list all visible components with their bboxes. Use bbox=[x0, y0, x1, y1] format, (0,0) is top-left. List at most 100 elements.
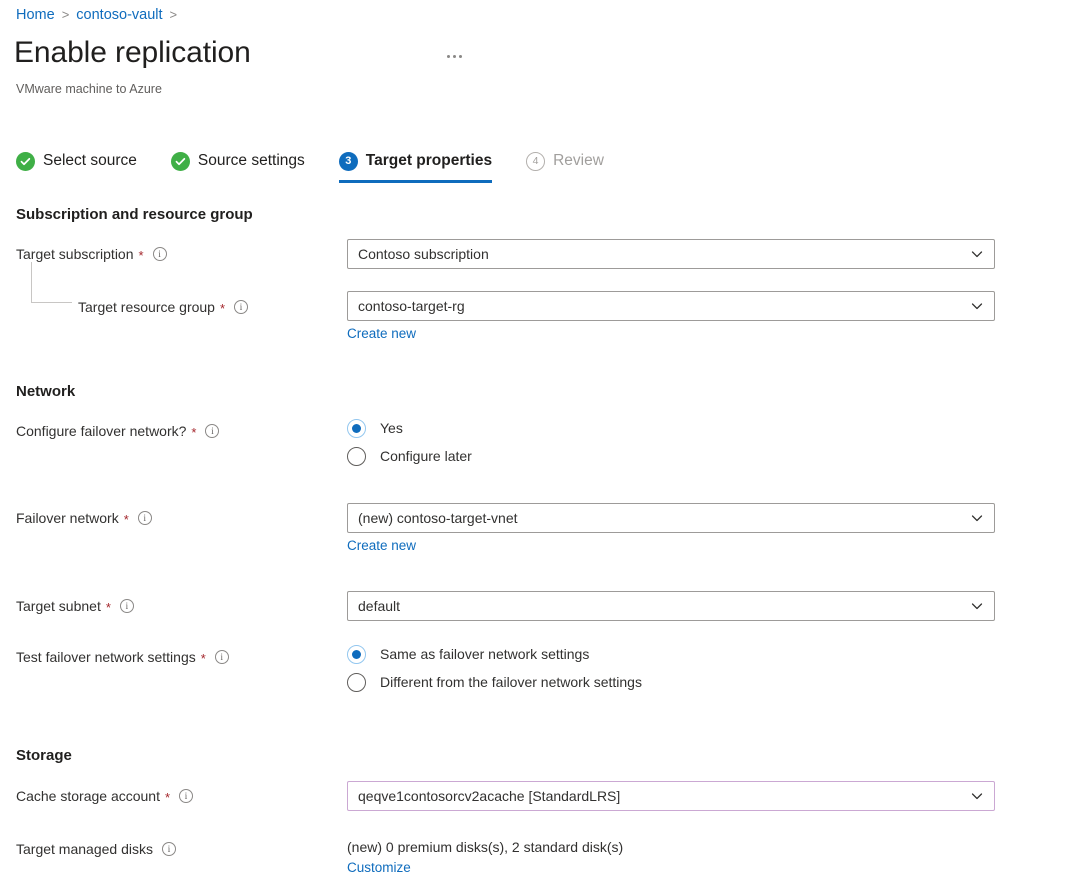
required-asterisk: * bbox=[201, 652, 206, 665]
check-circle-icon bbox=[16, 152, 35, 171]
chevron-down-icon bbox=[971, 512, 983, 524]
target-subscription-dropdown[interactable]: Contoso subscription bbox=[347, 239, 995, 269]
field-target-managed-disks: (new) 0 premium disks(s), 2 standard dis… bbox=[347, 837, 995, 877]
radio-test-failover-same[interactable]: Same as failover network settings bbox=[347, 640, 642, 668]
chevron-down-icon bbox=[971, 248, 983, 260]
section-heading-subscription: Subscription and resource group bbox=[16, 205, 253, 225]
info-icon[interactable]: i bbox=[138, 511, 152, 525]
breadcrumb-separator-trailing: > bbox=[170, 7, 178, 22]
target-resource-group-dropdown[interactable]: contoso-target-rg bbox=[347, 291, 995, 321]
radio-test-failover-different[interactable]: Different from the failover network sett… bbox=[347, 668, 642, 696]
step-label: Select source bbox=[43, 151, 137, 171]
target-resource-group-value: contoso-target-rg bbox=[358, 298, 465, 314]
required-asterisk: * bbox=[220, 302, 225, 315]
ellipsis-dot-icon bbox=[459, 55, 462, 58]
page-subtitle: VMware machine to Azure bbox=[16, 81, 162, 97]
label-text: Target subscription bbox=[16, 244, 134, 264]
step-select-source[interactable]: Select source bbox=[16, 146, 137, 176]
radio-group-configure-failover-network: Yes Configure later bbox=[347, 414, 472, 470]
info-icon[interactable]: i bbox=[215, 650, 229, 664]
more-menu-button[interactable] bbox=[439, 44, 469, 68]
chevron-down-icon bbox=[971, 600, 983, 612]
create-new-failover-network-link[interactable]: Create new bbox=[347, 537, 416, 555]
chevron-down-icon bbox=[971, 300, 983, 312]
step-source-settings[interactable]: Source settings bbox=[171, 146, 305, 176]
label-failover-network: Failover network * i bbox=[16, 508, 152, 528]
info-icon[interactable]: i bbox=[234, 300, 248, 314]
info-icon[interactable]: i bbox=[179, 789, 193, 803]
info-icon[interactable]: i bbox=[205, 424, 219, 438]
step-label: Source settings bbox=[198, 151, 305, 171]
breadcrumb-separator: > bbox=[62, 7, 70, 22]
page-title: Enable replication bbox=[14, 32, 251, 74]
wizard-stepper: Select source Source settings 3 Target p… bbox=[16, 146, 604, 184]
radio-label: Yes bbox=[380, 418, 403, 438]
label-text: Configure failover network? bbox=[16, 421, 186, 441]
label-text: Failover network bbox=[16, 508, 119, 528]
required-asterisk: * bbox=[106, 601, 111, 614]
ellipsis-dot-icon bbox=[453, 55, 456, 58]
step-review[interactable]: 4 Review bbox=[526, 146, 604, 176]
radio-label: Configure later bbox=[380, 446, 472, 466]
step-target-properties[interactable]: 3 Target properties bbox=[339, 146, 492, 176]
title-row: Enable replication bbox=[14, 32, 1054, 76]
step-number-badge: 4 bbox=[526, 152, 545, 171]
field-target-resource-group: contoso-target-rg Create new bbox=[347, 291, 995, 343]
radio-selected-icon bbox=[347, 419, 366, 438]
label-text: Test failover network settings bbox=[16, 647, 196, 667]
radio-configure-failover-network-later[interactable]: Configure later bbox=[347, 442, 472, 470]
ellipsis-dot-icon bbox=[447, 55, 450, 58]
info-icon[interactable]: i bbox=[162, 842, 176, 856]
step-number-badge: 3 bbox=[339, 152, 358, 171]
field-target-subnet: default bbox=[347, 591, 995, 621]
target-subnet-value: default bbox=[358, 598, 400, 614]
active-step-underline bbox=[339, 180, 492, 183]
field-failover-network: (new) contoso-target-vnet Create new bbox=[347, 503, 995, 555]
radio-unselected-icon bbox=[347, 447, 366, 466]
label-text: Target subnet bbox=[16, 596, 101, 616]
required-asterisk: * bbox=[124, 513, 129, 526]
failover-network-dropdown[interactable]: (new) contoso-target-vnet bbox=[347, 503, 995, 533]
label-text: Target resource group bbox=[78, 297, 215, 317]
tree-connector-line bbox=[31, 262, 72, 303]
label-test-failover-network-settings: Test failover network settings * i bbox=[16, 647, 229, 667]
label-target-managed-disks: Target managed disks i bbox=[16, 839, 176, 859]
target-managed-disks-value: (new) 0 premium disks(s), 2 standard dis… bbox=[347, 837, 995, 857]
customize-disks-link[interactable]: Customize bbox=[347, 859, 411, 877]
create-new-resource-group-link[interactable]: Create new bbox=[347, 325, 416, 343]
step-label: Target properties bbox=[366, 151, 492, 171]
field-target-subscription: Contoso subscription bbox=[347, 239, 995, 269]
breadcrumb: Home > contoso-vault > bbox=[16, 6, 184, 24]
label-text: Target managed disks bbox=[16, 839, 153, 859]
target-subscription-value: Contoso subscription bbox=[358, 246, 489, 262]
check-circle-icon bbox=[171, 152, 190, 171]
enable-replication-page: Home > contoso-vault > Enable replication V… bbox=[0, 0, 1077, 879]
section-heading-storage: Storage bbox=[16, 746, 72, 766]
label-text: Cache storage account bbox=[16, 786, 160, 806]
info-icon[interactable]: i bbox=[153, 247, 167, 261]
breadcrumb-item-home[interactable]: Home bbox=[16, 7, 55, 23]
label-target-subnet: Target subnet * i bbox=[16, 596, 134, 616]
radio-label: Different from the failover network sett… bbox=[380, 672, 642, 692]
required-asterisk: * bbox=[139, 249, 144, 262]
chevron-down-icon bbox=[971, 790, 983, 802]
label-target-resource-group: Target resource group * i bbox=[78, 297, 248, 317]
radio-configure-failover-network-yes[interactable]: Yes bbox=[347, 414, 472, 442]
label-cache-storage-account: Cache storage account * i bbox=[16, 786, 193, 806]
failover-network-value: (new) contoso-target-vnet bbox=[358, 510, 518, 526]
section-heading-network: Network bbox=[16, 382, 75, 402]
radio-label: Same as failover network settings bbox=[380, 644, 589, 664]
cache-storage-account-value: qeqve1contosorcv2acache [StandardLRS] bbox=[358, 788, 620, 804]
step-label: Review bbox=[553, 151, 604, 171]
field-cache-storage-account: qeqve1contosorcv2acache [StandardLRS] bbox=[347, 781, 995, 811]
radio-selected-icon bbox=[347, 645, 366, 664]
breadcrumb-item-contoso-vault[interactable]: contoso-vault bbox=[76, 7, 162, 23]
required-asterisk: * bbox=[165, 791, 170, 804]
required-asterisk: * bbox=[191, 426, 196, 439]
label-target-subscription: Target subscription * i bbox=[16, 244, 167, 264]
radio-unselected-icon bbox=[347, 673, 366, 692]
label-configure-failover-network: Configure failover network? * i bbox=[16, 421, 219, 441]
target-subnet-dropdown[interactable]: default bbox=[347, 591, 995, 621]
info-icon[interactable]: i bbox=[120, 599, 134, 613]
cache-storage-account-dropdown[interactable]: qeqve1contosorcv2acache [StandardLRS] bbox=[347, 781, 995, 811]
